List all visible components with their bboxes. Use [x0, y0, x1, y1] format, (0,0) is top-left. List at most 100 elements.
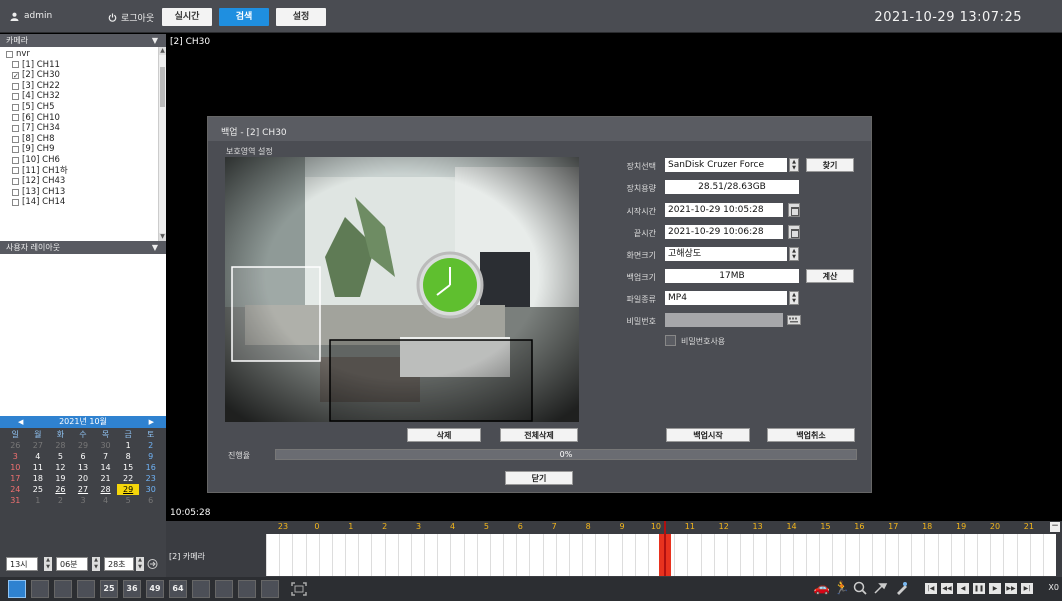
second-spinner[interactable]: ▲ ▼: [136, 557, 144, 571]
vehicle-icon[interactable]: 🚗: [813, 581, 831, 597]
prev-month-icon[interactable]: ◀: [18, 416, 23, 428]
calendar-icon[interactable]: [788, 203, 800, 217]
hour-field[interactable]: 13시: [6, 557, 38, 571]
calendar-day[interactable]: 1: [27, 495, 50, 506]
layout-button[interactable]: [8, 580, 26, 598]
layout-button[interactable]: 64: [169, 580, 187, 598]
calendar-day[interactable]: 15: [117, 462, 140, 473]
go-start-icon[interactable]: |◀: [925, 583, 937, 594]
second-field[interactable]: 28초: [104, 557, 134, 571]
camera-item[interactable]: [8] CH8: [6, 134, 166, 145]
delete-button[interactable]: 삭제: [407, 428, 481, 442]
camera-panel-header[interactable]: 카메라 ▼: [0, 34, 166, 47]
checkbox[interactable]: [12, 135, 19, 143]
camera-preview[interactable]: [225, 157, 579, 422]
calendar-day[interactable]: 4: [94, 495, 117, 506]
zoom-out-icon[interactable]: −: [1050, 522, 1060, 532]
hour-spinner[interactable]: ▲ ▼: [44, 557, 52, 571]
keyboard-icon[interactable]: [787, 314, 801, 326]
layout-button[interactable]: [261, 580, 279, 598]
calendar-day[interactable]: 25: [27, 484, 50, 495]
checkbox[interactable]: [12, 177, 19, 185]
calendar-day[interactable]: 11: [27, 462, 50, 473]
checkbox[interactable]: [12, 124, 19, 132]
fast-forward-icon[interactable]: ▶▶: [1005, 583, 1017, 594]
calendar-day[interactable]: 24: [4, 484, 27, 495]
calendar-day[interactable]: 5: [117, 495, 140, 506]
calendar-day[interactable]: 31: [4, 495, 27, 506]
calendar-day[interactable]: 6: [72, 451, 95, 462]
calendar-day[interactable]: 18: [27, 473, 50, 484]
calendar-day[interactable]: 7: [94, 451, 117, 462]
minute-spinner[interactable]: ▲ ▼: [92, 557, 100, 571]
minute-field[interactable]: 06분: [56, 557, 88, 571]
camera-item[interactable]: [7] CH34: [6, 123, 166, 134]
calendar-day[interactable]: 10: [4, 462, 27, 473]
calendar-day[interactable]: 20: [72, 473, 95, 484]
backup-start-button[interactable]: 백업시작: [666, 428, 750, 442]
screen-size-select[interactable]: 고해상도: [665, 247, 787, 261]
go-arrow-icon[interactable]: [147, 559, 158, 569]
calendar-day[interactable]: 23: [139, 473, 162, 484]
layout-button[interactable]: 36: [123, 580, 141, 598]
checkbox[interactable]: [12, 146, 19, 154]
calendar-day[interactable]: 2: [49, 495, 72, 506]
calendar-day[interactable]: 3: [72, 495, 95, 506]
layout-button[interactable]: 25: [100, 580, 118, 598]
scroll-down-icon[interactable]: ▼: [159, 233, 166, 241]
file-type-select[interactable]: MP4: [665, 291, 787, 305]
calendar-day[interactable]: 26: [4, 440, 27, 451]
calendar-day[interactable]: 9: [139, 451, 162, 462]
calendar-day[interactable]: 27: [72, 484, 95, 495]
backup-icon[interactable]: [894, 581, 909, 595]
camera-item[interactable]: [12] CH43: [6, 176, 166, 187]
calendar-day[interactable]: 3: [4, 451, 27, 462]
layout-button[interactable]: [31, 580, 49, 598]
calendar-day[interactable]: 8: [117, 451, 140, 462]
layout-button[interactable]: [192, 580, 210, 598]
calendar-day[interactable]: 2: [139, 440, 162, 451]
checkbox-checked[interactable]: ✓: [12, 71, 19, 79]
camera-item[interactable]: [6] CH10: [6, 113, 166, 124]
checkbox[interactable]: [12, 156, 19, 164]
calendar-day[interactable]: 26: [49, 484, 72, 495]
calendar-day[interactable]: 14: [94, 462, 117, 473]
user-layout-header[interactable]: 사용자 레이아웃 ▼: [0, 241, 166, 254]
calendar-day[interactable]: 30: [94, 440, 117, 451]
checkbox[interactable]: [12, 103, 19, 111]
checkbox[interactable]: [6, 50, 13, 58]
use-password-checkbox[interactable]: [665, 335, 676, 346]
scroll-thumb[interactable]: [160, 67, 165, 107]
checkbox[interactable]: [12, 188, 19, 196]
backup-cancel-button[interactable]: 백업취소: [767, 428, 855, 442]
logout-button[interactable]: 로그아웃: [108, 11, 154, 24]
pause-icon[interactable]: ❚❚: [973, 583, 985, 594]
start-time-field[interactable]: 2021-10-29 10:05:28: [665, 203, 783, 217]
checkbox[interactable]: [12, 82, 19, 90]
calendar-day[interactable]: 27: [27, 440, 50, 451]
device-spinner[interactable]: ▲ ▼: [789, 158, 799, 172]
timeline-track[interactable]: [266, 521, 1056, 576]
camera-item[interactable]: [14] CH14: [6, 197, 166, 208]
calendar-day[interactable]: 30: [139, 484, 162, 495]
tools-icon[interactable]: [873, 581, 888, 595]
end-time-field[interactable]: 2021-10-29 10:06:28: [665, 225, 783, 239]
camera-item[interactable]: [9] CH9: [6, 144, 166, 155]
camera-item[interactable]: ✓ [2] CH30: [6, 70, 166, 81]
camera-item[interactable]: [5] CH5: [6, 102, 166, 113]
close-button[interactable]: 닫기: [505, 471, 573, 485]
scroll-up-icon[interactable]: ▲: [159, 47, 166, 55]
tree-root[interactable]: nvr: [6, 49, 166, 60]
calendar-day[interactable]: 28: [94, 484, 117, 495]
camera-item[interactable]: [13] CH13: [6, 187, 166, 198]
play-icon[interactable]: ▶: [989, 583, 1001, 594]
camera-item[interactable]: [11] CH1하: [6, 166, 166, 177]
file-type-spinner[interactable]: ▲ ▼: [789, 291, 799, 305]
calendar-day[interactable]: 13: [72, 462, 95, 473]
calendar-day[interactable]: 21: [94, 473, 117, 484]
calendar-day[interactable]: 29: [72, 440, 95, 451]
go-end-icon[interactable]: ▶|: [1021, 583, 1033, 594]
screen-size-spinner[interactable]: ▲ ▼: [789, 247, 799, 261]
calendar-day[interactable]: 19: [49, 473, 72, 484]
password-field[interactable]: [665, 313, 783, 327]
